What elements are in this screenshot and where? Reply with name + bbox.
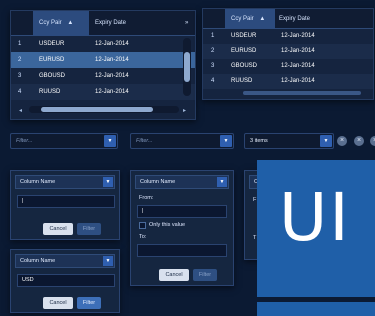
from-input[interactable]: | bbox=[137, 205, 227, 218]
partial-label: F bbox=[253, 197, 257, 203]
table-row[interactable]: 4 RUUSD 12-Jan-2014 bbox=[203, 74, 373, 89]
cell-expiry-date: 12-Jan-2014 bbox=[281, 33, 315, 39]
row-number: 1 bbox=[211, 33, 215, 39]
items-select[interactable]: 3 items ▼ bbox=[244, 133, 334, 149]
cell-expiry-date: 12-Jan-2014 bbox=[95, 41, 129, 47]
column-select-label: Column Name bbox=[20, 258, 56, 264]
filter-text-input[interactable]: USD bbox=[17, 274, 115, 287]
column-header-expiry-date[interactable]: Expiry Date bbox=[277, 9, 357, 29]
data-grid-secondary: Ccy Pair ▲ Expiry Date 1 USDEUR 12-Jan-2… bbox=[202, 8, 374, 100]
cell-expiry-date: 12-Jan-2014 bbox=[281, 78, 315, 84]
cell-expiry-date: 12-Jan-2014 bbox=[95, 89, 129, 95]
clear-icon[interactable]: × bbox=[370, 136, 375, 146]
clear-icon[interactable]: × bbox=[354, 136, 364, 146]
column-filter-popup-range: Column Name ▼ From: | Only this value To… bbox=[130, 170, 234, 286]
to-label: To: bbox=[139, 234, 147, 240]
row-number: 4 bbox=[211, 78, 215, 84]
filter-text-input[interactable]: | bbox=[17, 195, 115, 208]
column-select-label: Column Name bbox=[140, 179, 176, 185]
cell-ccy-pair: RUUSD bbox=[231, 78, 253, 84]
column-header-label: Expiry Date bbox=[95, 20, 127, 26]
dropdown-arrow-icon[interactable]: ▼ bbox=[320, 135, 332, 147]
sort-asc-icon: ▲ bbox=[259, 16, 266, 22]
row-number: 3 bbox=[211, 63, 215, 69]
row-number: 1 bbox=[18, 41, 22, 47]
column-header-ccy-pair[interactable]: Ccy Pair ▲ bbox=[33, 11, 89, 36]
cell-ccy-pair: RUUSD bbox=[39, 89, 61, 95]
cancel-button[interactable]: Cancel bbox=[43, 223, 73, 235]
scrollbar-thumb[interactable] bbox=[184, 52, 190, 82]
row-number: 2 bbox=[18, 57, 22, 63]
column-select[interactable]: Column Name ▼ bbox=[15, 254, 115, 268]
cell-ccy-pair: GBOUSD bbox=[231, 63, 258, 69]
column-select[interactable]: Column Name ▼ bbox=[15, 175, 115, 189]
column-filter-popup-active: Column Name ▼ USD Cancel Filter bbox=[10, 249, 120, 313]
dropdown-arrow-icon[interactable]: ▼ bbox=[103, 177, 113, 187]
table-row[interactable]: 2 EURUSD 12-Jan-2014 bbox=[203, 44, 373, 59]
items-select-value: 3 items bbox=[250, 138, 268, 144]
scroll-right-icon[interactable]: ▸ bbox=[183, 107, 186, 114]
cancel-button[interactable]: Cancel bbox=[43, 297, 73, 309]
column-overflow-icon[interactable]: » bbox=[185, 11, 195, 36]
cancel-button[interactable]: Cancel bbox=[159, 269, 189, 281]
cell-expiry-date: 12-Jan-2014 bbox=[95, 73, 129, 79]
scrollbar-thumb[interactable] bbox=[41, 107, 153, 112]
row-number: 2 bbox=[211, 48, 215, 54]
table-row[interactable]: 3 GBOUSD 12-Jan-2014 bbox=[203, 59, 373, 74]
column-header-ccy-pair[interactable]: Ccy Pair ▲ bbox=[225, 9, 275, 29]
cell-ccy-pair: EURUSD bbox=[39, 57, 65, 63]
only-this-value-label: Only this value bbox=[149, 222, 186, 228]
filter-placeholder: Filter... bbox=[16, 138, 33, 144]
table-row[interactable]: 1 USDEUR 12-Jan-2014 bbox=[203, 29, 373, 44]
cell-ccy-pair: GBOUSD bbox=[39, 73, 66, 79]
filter-button[interactable]: Filter bbox=[193, 269, 217, 281]
ui-logo-text: UI bbox=[279, 179, 351, 256]
horizontal-scrollbar[interactable] bbox=[243, 91, 361, 95]
column-header-label: Ccy Pair bbox=[231, 16, 254, 22]
horizontal-scrollbar[interactable] bbox=[29, 106, 179, 113]
filter-button[interactable]: Filter bbox=[77, 297, 101, 309]
to-input[interactable] bbox=[137, 244, 227, 257]
vertical-scrollbar[interactable] bbox=[183, 38, 191, 96]
cell-expiry-date: 12-Jan-2014 bbox=[281, 63, 315, 69]
partial-label: T bbox=[253, 235, 257, 241]
filter-input-1[interactable]: Filter... ▼ bbox=[10, 133, 118, 149]
ui-tile-secondary bbox=[257, 302, 375, 316]
data-grid-primary: Ccy Pair ▲ Expiry Date » 1 USDEUR 12-Jan… bbox=[10, 10, 196, 120]
clear-icon[interactable]: × bbox=[337, 136, 347, 146]
dropdown-arrow-icon[interactable]: ▼ bbox=[103, 256, 113, 266]
dropdown-arrow-icon[interactable]: ▼ bbox=[220, 135, 232, 147]
column-header-label: Expiry Date bbox=[279, 16, 311, 22]
dropdown-arrow-icon[interactable]: ▼ bbox=[217, 177, 227, 187]
sort-asc-icon: ▲ bbox=[67, 20, 74, 26]
from-label: From: bbox=[139, 195, 154, 201]
dropdown-arrow-icon[interactable]: ▼ bbox=[104, 135, 116, 147]
scroll-left-icon[interactable]: ◂ bbox=[19, 107, 22, 114]
table-row[interactable]: 4 RUUSD 12-Jan-2014 bbox=[11, 84, 195, 100]
cell-expiry-date: 12-Jan-2014 bbox=[95, 57, 129, 63]
column-select-label: Column Name bbox=[20, 179, 56, 185]
only-this-value-checkbox[interactable] bbox=[139, 222, 146, 229]
filter-input-2[interactable]: Filter... ▼ bbox=[130, 133, 234, 149]
cell-expiry-date: 12-Jan-2014 bbox=[281, 48, 315, 54]
filter-button[interactable]: Filter bbox=[77, 223, 101, 235]
row-number: 4 bbox=[18, 89, 22, 95]
table-row[interactable]: 3 GBOUSD 12-Jan-2014 bbox=[11, 68, 195, 84]
grid-header: Ccy Pair ▲ Expiry Date » bbox=[11, 11, 195, 36]
cell-ccy-pair: EURUSD bbox=[231, 48, 257, 54]
row-number: 3 bbox=[18, 73, 22, 79]
column-header-label: Ccy Pair bbox=[39, 20, 62, 26]
ui-logo-tile: UI bbox=[257, 160, 375, 297]
table-row-selected[interactable]: 2 EURUSD 12-Jan-2014 bbox=[11, 52, 195, 68]
column-filter-popup-text: Column Name ▼ | Cancel Filter bbox=[10, 170, 120, 240]
grid-header: Ccy Pair ▲ Expiry Date bbox=[203, 9, 373, 29]
cell-ccy-pair: USDEUR bbox=[39, 41, 65, 47]
column-header-expiry-date[interactable]: Expiry Date bbox=[91, 11, 171, 36]
cell-ccy-pair: USDEUR bbox=[231, 33, 257, 39]
filter-placeholder: Filter... bbox=[136, 138, 153, 144]
table-row[interactable]: 1 USDEUR 12-Jan-2014 bbox=[11, 36, 195, 52]
column-select[interactable]: Column Name ▼ bbox=[135, 175, 229, 189]
